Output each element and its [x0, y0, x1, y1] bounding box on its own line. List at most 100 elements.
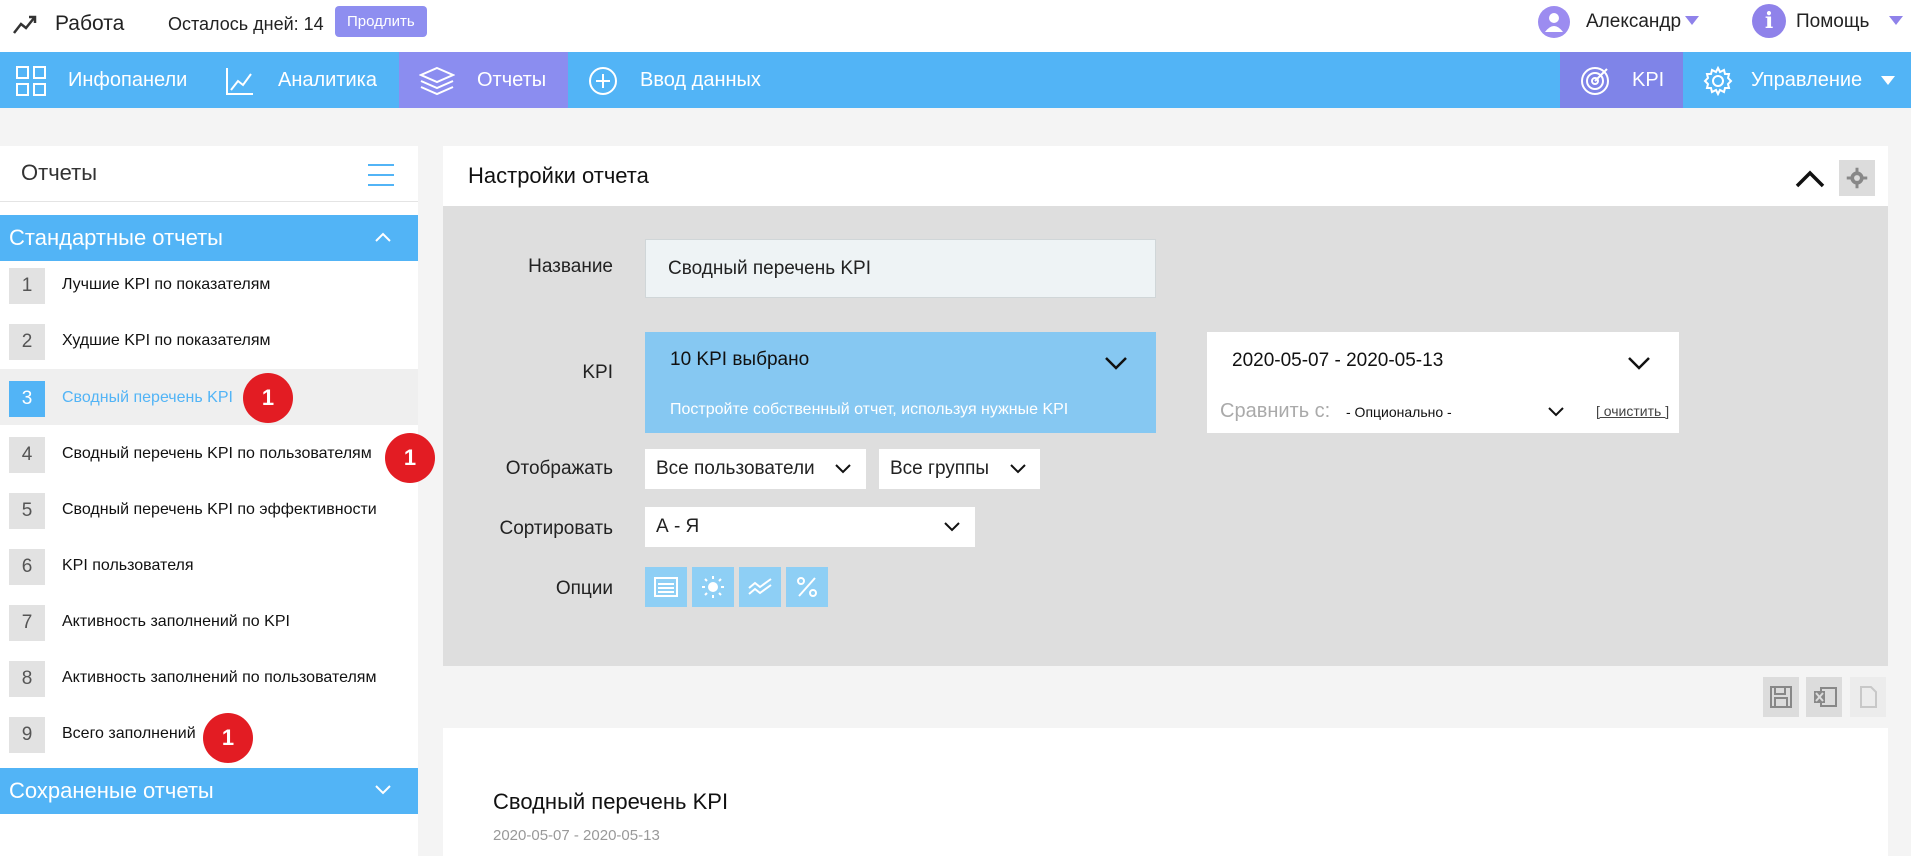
gear-icon [1846, 167, 1868, 189]
nav-label-management: Управление [1751, 69, 1863, 91]
user-menu-caret-icon[interactable] [1685, 16, 1699, 25]
date-range-selector[interactable]: 2020-05-07 - 2020-05-13 Сравнить с: - Оп… [1207, 332, 1679, 433]
sidebar-item-user-kpi[interactable]: 6 KPI пользователя [0, 537, 418, 593]
item-label: Сводный перечень KPI по эффективности [62, 501, 377, 518]
option-highlight-button[interactable] [692, 567, 734, 607]
compare-chevron-down-icon[interactable] [1547, 406, 1565, 417]
settings-gear-button[interactable] [1839, 160, 1875, 196]
layers-icon [419, 66, 455, 96]
app-title: Работа [55, 12, 125, 35]
nav-label-reports: Отчеты [477, 69, 547, 91]
nav-item-kpi[interactable]: KPI [1560, 52, 1683, 108]
display-label: Отображать [505, 458, 613, 479]
hamburger-menu-icon[interactable] [368, 164, 394, 186]
section-standard-reports[interactable]: Стандартные отчеты [0, 215, 418, 261]
nav-label-kpi: KPI [1632, 69, 1665, 91]
pdf-icon [1860, 686, 1877, 708]
chevron-down-icon [944, 522, 960, 532]
date-range-value: 2020-05-07 - 2020-05-13 [1232, 350, 1444, 371]
user-icon [1545, 13, 1563, 32]
section-saved-reports[interactable]: Сохраненые отчеты [0, 768, 418, 814]
report-name-input[interactable]: Сводный перечень KPI [645, 239, 1156, 298]
chevron-down-icon [1010, 464, 1026, 474]
sort-select-value: А - Я [656, 516, 700, 537]
sidebar-item-kpi-summary-users[interactable]: 4 Сводный перечень KPI по пользователям [0, 425, 418, 481]
sidebar-item-kpi-summary[interactable]: 3 Сводный перечень KPI [0, 369, 418, 425]
management-caret-icon [1881, 76, 1895, 85]
chart-axes-icon [226, 68, 253, 95]
settings-title: Настройки отчета [468, 163, 649, 188]
top-bar: Работа Осталось дней: 14 Продлить Алекса… [0, 0, 1911, 52]
section-standard-label: Стандартные отчеты [9, 225, 223, 250]
user-name[interactable]: Александр [1586, 11, 1681, 33]
sidebar-divider [0, 201, 418, 202]
sidebar-item-fill-activity-users[interactable]: 8 Активность заполнений по пользователям [0, 649, 418, 705]
grid-icon [16, 66, 46, 96]
nav-item-reports[interactable]: Отчеты [399, 52, 568, 108]
chevron-down-icon [375, 785, 391, 795]
option-percent-button[interactable] [786, 567, 828, 607]
report-title: Сводный перечень KPI [493, 789, 729, 814]
users-select[interactable]: Все пользователи [645, 449, 866, 489]
chevron-up-icon [375, 232, 391, 242]
item-number: 5 [9, 493, 45, 529]
item-label: Активность заполнений по пользователям [62, 669, 377, 686]
sidebar-title: Отчеты [21, 160, 98, 185]
help-menu-caret-icon[interactable] [1889, 16, 1903, 25]
chevron-down-icon [1628, 357, 1650, 370]
nav-label-analytics: Аналитика [278, 69, 377, 91]
chart-trend-icon [13, 15, 37, 34]
item-number: 2 [9, 324, 45, 360]
item-label: Лучшие KPI по показателям [62, 276, 271, 293]
nav-label-dashboards: Инфопанели [68, 69, 188, 91]
days-left-text: Осталось дней: 14 [168, 14, 324, 34]
item-label: Сводный перечень KPI [62, 389, 233, 406]
item-number: 1 [9, 268, 45, 304]
item-number: 7 [9, 605, 45, 641]
sort-label: Сортировать [499, 518, 613, 539]
help-label[interactable]: Помощь [1796, 11, 1869, 33]
chevron-down-icon [1105, 357, 1127, 370]
item-number: 8 [9, 661, 45, 697]
nav-item-analytics[interactable]: Аналитика [200, 52, 399, 108]
nav-item-dashboards[interactable]: Инфопанели [0, 52, 200, 108]
sun-icon [702, 576, 724, 598]
item-number: 3 [9, 381, 45, 417]
kpi-selected-count: 10 KPI выбрано [670, 349, 810, 370]
nav-item-management[interactable]: Управление [1683, 52, 1911, 108]
sort-select[interactable]: А - Я [645, 507, 975, 547]
kpi-label: KPI [582, 362, 613, 383]
clear-compare-link[interactable]: [ очистить ] [1596, 403, 1669, 419]
report-settings-header: Настройки отчета [443, 146, 1888, 206]
help-icon[interactable]: i [1752, 4, 1786, 38]
sidebar-item-kpi-summary-efficiency[interactable]: 5 Сводный перечень KPI по эффективности [0, 481, 418, 537]
option-table-button[interactable] [645, 567, 687, 607]
export-pdf-button[interactable] [1850, 677, 1886, 717]
save-icon [1770, 686, 1792, 708]
annotation-badge-1: 1 [243, 373, 293, 423]
item-label: Сводный перечень KPI по пользователям [62, 445, 372, 462]
item-label: Худшие KPI по показателям [62, 332, 271, 349]
kpi-selector[interactable]: 10 KPI выбрано Постройте собственный отч… [645, 332, 1156, 433]
collapse-chevron-up-icon[interactable] [1792, 162, 1828, 192]
nav-item-data-entry[interactable]: Ввод данных [568, 52, 788, 108]
item-number: 4 [9, 437, 45, 473]
sidebar-item-fill-activity-kpi[interactable]: 7 Активность заполнений по KPI [0, 593, 418, 649]
export-excel-button[interactable] [1806, 677, 1842, 717]
save-report-button[interactable] [1763, 677, 1799, 717]
option-trend-button[interactable] [739, 567, 781, 607]
groups-select[interactable]: Все группы [879, 449, 1040, 489]
kpi-hint: Постройте собственный отчет, используя н… [670, 401, 1069, 418]
nav-label-data-entry: Ввод данных [640, 69, 761, 91]
excel-icon [1814, 687, 1837, 707]
compare-select[interactable]: - Опционально - [1346, 404, 1452, 420]
extend-button[interactable]: Продлить [335, 6, 427, 37]
sidebar-item-best-kpi[interactable]: 1 Лучшие KPI по показателям [0, 256, 418, 312]
trend-lines-icon [748, 578, 772, 595]
annotation-badge-1: 1 [203, 713, 253, 763]
main-nav: Инфопанели Аналитика Отчеты Ввод данных [0, 52, 1911, 108]
report-date-range: 2020-05-07 - 2020-05-13 [493, 827, 660, 844]
name-label: Название [528, 256, 613, 277]
user-avatar[interactable] [1538, 6, 1570, 38]
sidebar-item-worst-kpi[interactable]: 2 Худшие KPI по показателям [0, 312, 418, 368]
